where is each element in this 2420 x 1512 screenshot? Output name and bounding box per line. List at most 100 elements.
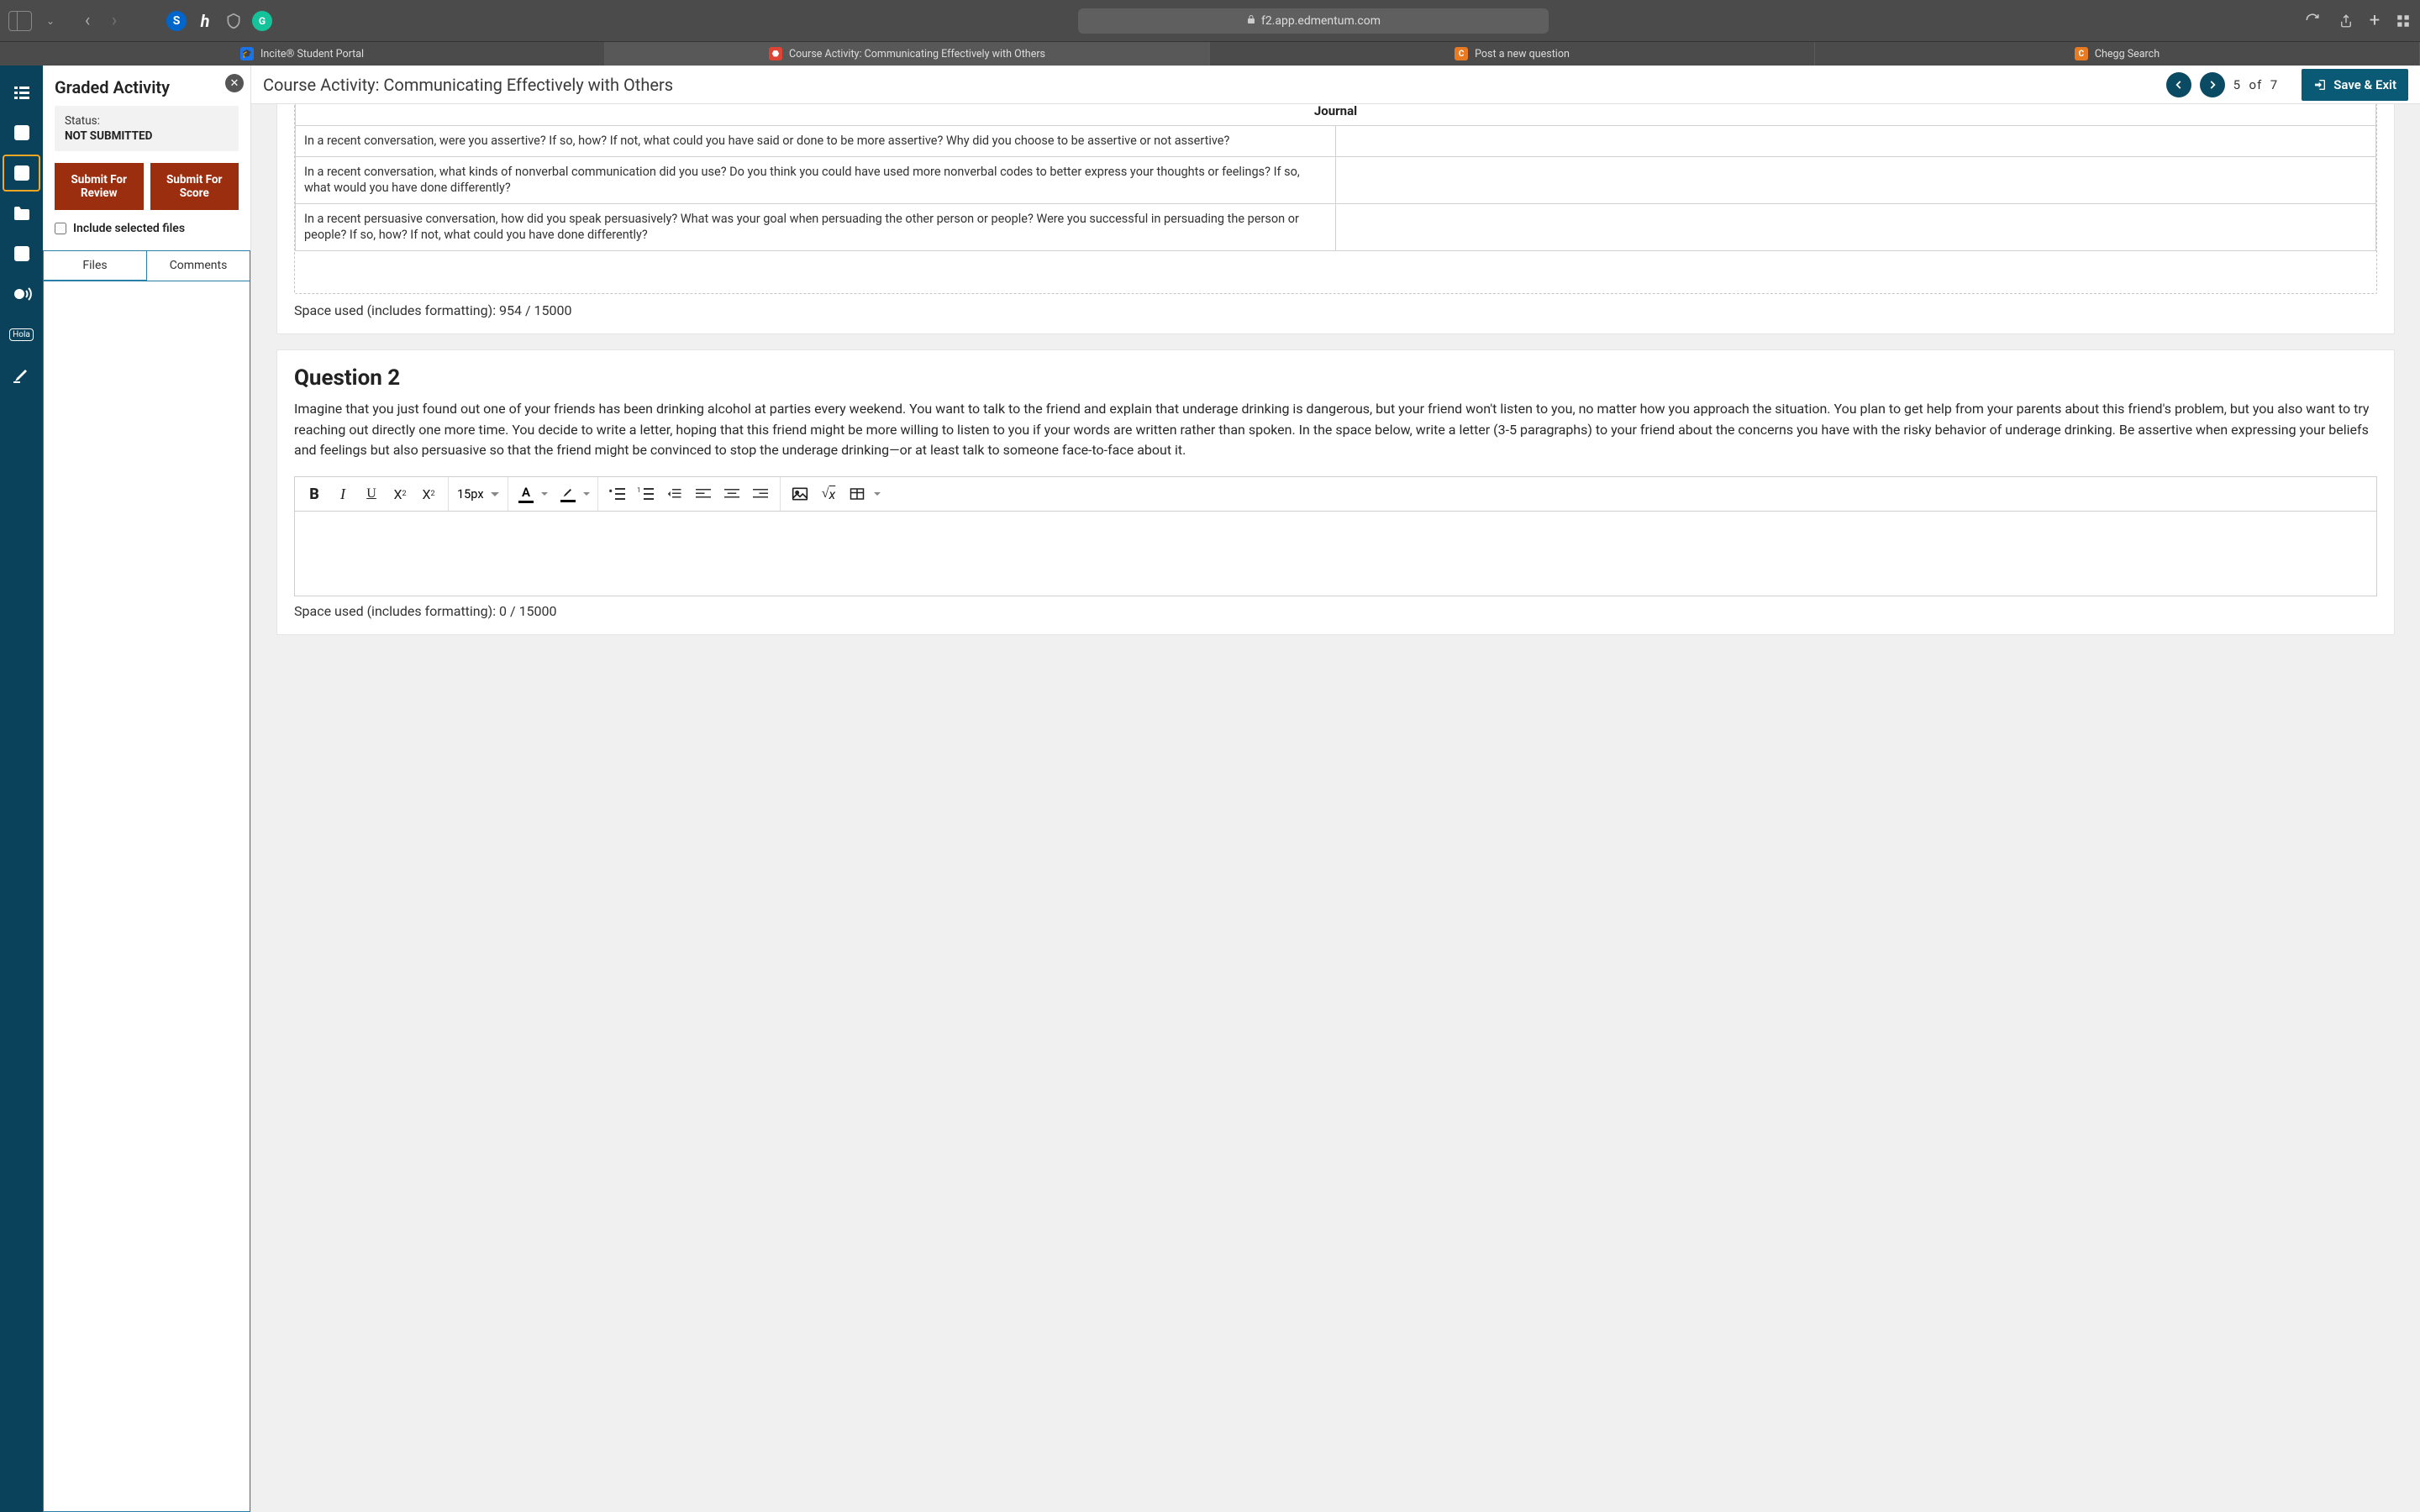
url-bar[interactable]: f2.app.edmentum.com bbox=[1078, 8, 1549, 34]
browser-tab-3[interactable]: C Chegg Search bbox=[1815, 42, 2420, 66]
forward-button[interactable]: › bbox=[103, 9, 126, 33]
activity-header: Course Activity: Communicating Effective… bbox=[251, 66, 2420, 104]
prev-page-button[interactable] bbox=[2166, 72, 2191, 97]
browser-tab-1[interactable]: ⬣ Course Activity: Communicating Effecti… bbox=[605, 42, 1210, 66]
new-tab-icon[interactable]: + bbox=[2366, 13, 2383, 29]
activity-title: Course Activity: Communicating Effective… bbox=[263, 75, 2158, 95]
panel-content bbox=[43, 281, 250, 1512]
rail-audio-icon[interactable] bbox=[0, 274, 43, 314]
rail-highlighter-icon[interactable] bbox=[0, 354, 43, 395]
content-scroll[interactable]: Journal In a recent conversation, were y… bbox=[251, 104, 2420, 1512]
reload-button[interactable] bbox=[2301, 8, 2324, 33]
back-button[interactable]: ‹ bbox=[76, 9, 99, 33]
highlight-color-button[interactable] bbox=[555, 486, 581, 502]
extension-grammarly-icon[interactable]: G bbox=[252, 11, 272, 31]
question2-body: Imagine that you just found out one of y… bbox=[294, 399, 2377, 461]
question2-space-used: Space used (includes formatting): 0 / 15… bbox=[294, 603, 2377, 619]
number-list-button[interactable] bbox=[632, 477, 660, 511]
url-text: f2.app.edmentum.com bbox=[1261, 14, 1381, 28]
tab-overview-icon[interactable] bbox=[2395, 13, 2412, 29]
tab-favicon-2: C bbox=[1455, 47, 1468, 60]
font-color-dropdown[interactable] bbox=[539, 489, 550, 499]
align-center-button[interactable] bbox=[718, 477, 746, 511]
subscript-button[interactable]: X2 bbox=[414, 477, 443, 511]
insert-equation-button[interactable]: √x bbox=[814, 477, 843, 511]
editor-textarea[interactable] bbox=[295, 512, 2376, 596]
tab-label: Incite® Student Portal bbox=[260, 48, 364, 60]
svg-text:Aa: Aa bbox=[18, 249, 29, 260]
browser-toolbar: ⌄ ‹ › S h G f2.app.edmentum.com + bbox=[0, 0, 2420, 42]
rail-compose-icon[interactable] bbox=[0, 113, 43, 153]
close-panel-button[interactable]: ✕ bbox=[225, 74, 244, 92]
submit-for-review-button[interactable]: Submit For Review bbox=[55, 163, 144, 210]
browser-tab-strip: 🎓 Incite® Student Portal ⬣ Course Activi… bbox=[0, 42, 2420, 66]
journal-space-used: Space used (includes formatting): 954 / … bbox=[294, 302, 2377, 318]
journal-q3: In a recent persuasive conversation, how… bbox=[296, 203, 1336, 250]
journal-a1[interactable] bbox=[1336, 126, 2376, 157]
main-content: Course Activity: Communicating Effective… bbox=[251, 66, 2420, 1512]
italic-button[interactable]: I bbox=[329, 477, 357, 511]
rail-folder-icon[interactable] bbox=[0, 193, 43, 234]
rail-menu-icon[interactable] bbox=[0, 72, 43, 113]
font-size-select[interactable]: 15px bbox=[449, 477, 508, 511]
bold-button[interactable]: B bbox=[300, 477, 329, 511]
question2-title: Question 2 bbox=[294, 365, 2377, 391]
journal-card: Journal In a recent conversation, were y… bbox=[276, 104, 2395, 334]
journal-table: Journal In a recent conversation, were y… bbox=[295, 104, 2376, 251]
tab-files[interactable]: Files bbox=[44, 251, 147, 281]
font-color-button[interactable]: A bbox=[513, 485, 539, 503]
browser-tab-0[interactable]: 🎓 Incite® Student Portal bbox=[0, 42, 605, 66]
tab-favicon-0: 🎓 bbox=[240, 47, 254, 60]
bullet-list-button[interactable] bbox=[603, 477, 632, 511]
align-left-button[interactable] bbox=[689, 477, 718, 511]
question2-editor: B I U X2 X2 15px A bbox=[294, 476, 2377, 596]
tab-dropdown-button[interactable]: ⌄ bbox=[39, 9, 62, 33]
question2-card: Question 2 Imagine that you just found o… bbox=[276, 349, 2395, 635]
tab-favicon-1: ⬣ bbox=[769, 47, 782, 60]
insert-image-button[interactable] bbox=[786, 477, 814, 511]
tab-comments[interactable]: Comments bbox=[147, 251, 250, 281]
side-panel: Graded Activity ✕ Status: NOT SUBMITTED … bbox=[43, 66, 251, 1512]
include-files-label: Include selected files bbox=[73, 222, 185, 235]
extension-honey-icon[interactable]: h bbox=[195, 11, 215, 31]
extension-s-icon[interactable]: S bbox=[166, 11, 187, 31]
share-icon[interactable] bbox=[2338, 13, 2354, 29]
tab-label: Course Activity: Communicating Effective… bbox=[789, 48, 1045, 60]
insert-table-button[interactable] bbox=[843, 477, 871, 511]
underline-button[interactable]: U bbox=[357, 477, 386, 511]
superscript-button[interactable]: X2 bbox=[386, 477, 414, 511]
status-label: Status: bbox=[65, 114, 229, 128]
editor-toolbar: B I U X2 X2 15px A bbox=[295, 477, 2376, 512]
pager: 5 of 7 bbox=[2166, 72, 2279, 97]
sidebar-toggle-button[interactable] bbox=[8, 9, 32, 33]
journal-q1: In a recent conversation, were you asser… bbox=[296, 126, 1336, 157]
extension-icons: S h G bbox=[166, 11, 272, 31]
tab-favicon-3: C bbox=[2075, 47, 2088, 60]
outdent-button[interactable] bbox=[660, 477, 689, 511]
panel-title: Graded Activity bbox=[55, 77, 170, 97]
journal-editor-area[interactable]: Journal In a recent conversation, were y… bbox=[294, 104, 2377, 294]
journal-q2: In a recent conversation, what kinds of … bbox=[296, 156, 1336, 203]
status-box: Status: NOT SUBMITTED bbox=[55, 106, 239, 151]
submit-for-score-button[interactable]: Submit For Score bbox=[150, 163, 239, 210]
journal-a2[interactable] bbox=[1336, 156, 2376, 203]
rail-translate-icon[interactable]: Hola bbox=[0, 314, 43, 354]
tab-label: Chegg Search bbox=[2095, 48, 2160, 60]
status-value: NOT SUBMITTED bbox=[65, 129, 229, 143]
browser-tab-2[interactable]: C Post a new question bbox=[1210, 42, 1815, 66]
journal-heading: Journal bbox=[296, 104, 2376, 126]
lock-icon bbox=[1246, 14, 1256, 28]
journal-a3[interactable] bbox=[1336, 203, 2376, 250]
panel-tabs: Files Comments bbox=[43, 250, 250, 281]
insert-table-dropdown[interactable] bbox=[871, 489, 883, 499]
rail-dictionary-icon[interactable]: Aa bbox=[0, 234, 43, 274]
tab-label: Post a new question bbox=[1475, 48, 1570, 60]
include-files-checkbox[interactable] bbox=[55, 223, 66, 234]
align-right-button[interactable] bbox=[746, 477, 775, 511]
next-page-button[interactable] bbox=[2200, 72, 2225, 97]
save-exit-button[interactable]: Save & Exit bbox=[2302, 69, 2408, 101]
rail-graded-activity-icon[interactable] bbox=[3, 155, 40, 192]
page-indicator: 5 of 7 bbox=[2233, 77, 2279, 92]
highlight-color-dropdown[interactable] bbox=[581, 489, 592, 499]
shield-icon[interactable] bbox=[224, 11, 244, 31]
